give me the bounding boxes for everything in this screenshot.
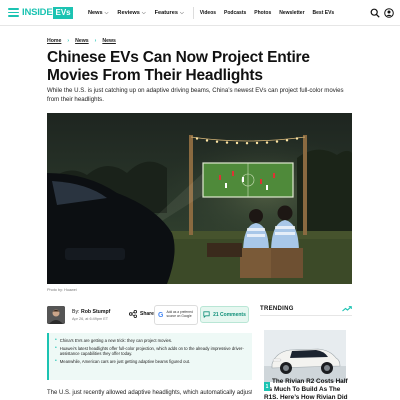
google-icon: G [158, 311, 164, 319]
comments-label: 21 Comments [213, 311, 246, 318]
nav-features[interactable]: Features ⌵ [155, 10, 184, 16]
author-info: By: Rob Stumpf Apr 26, at 6:49pm ET [72, 309, 110, 321]
image-caption: Photo by: Huawei [47, 288, 77, 292]
nav-best-evs[interactable]: Best EVs [313, 10, 335, 16]
breadcrumb-news-sub[interactable]: News [102, 38, 116, 44]
logo-word: INSIDE [22, 7, 53, 18]
nav-features-label: Features [154, 10, 178, 16]
user-icon[interactable] [384, 8, 394, 18]
key-point: • Meanwhile, American cars are just getti… [55, 357, 246, 364]
key-points: • China’s EVs are getting a new trick: th… [47, 333, 252, 380]
nav-divider [192, 7, 194, 19]
avatar[interactable] [47, 306, 65, 324]
chevron-right-icon: › [94, 38, 97, 44]
author-name[interactable]: Rob Stumpf [81, 309, 110, 315]
key-point-text: Huawei’s latest headlights offer full-co… [59, 345, 244, 356]
search-icon[interactable] [370, 8, 380, 18]
nav-reviews-label: Reviews [117, 10, 140, 16]
breadcrumb-news[interactable]: News [75, 38, 89, 44]
trending-up-icon [342, 306, 352, 312]
nav-videos[interactable]: Videos [200, 10, 216, 16]
key-point-text: China’s EVs are getting a new trick: the… [59, 338, 173, 343]
share-icon [129, 310, 137, 318]
menu-icon[interactable] [8, 8, 19, 17]
bullet-icon: • [55, 344, 57, 351]
bullet-icon: • [55, 357, 57, 364]
publish-date: Apr 26, at 6:49pm ET [72, 317, 109, 321]
main-nav: News ⌵ Reviews ⌵ Features ⌵ Videos Podcasts… [88, 0, 342, 26]
nav-photos[interactable]: Photos [254, 10, 271, 16]
author-row: By: Rob Stumpf Apr 26, at 6:49pm ET Shar… [47, 304, 252, 326]
article-subtitle: While the U.S. is just catching up on ad… [47, 87, 344, 103]
logo-badge: EVs [53, 7, 73, 19]
nav-newsletter[interactable]: Newsletter [279, 10, 304, 16]
site-logo[interactable]: INSIDE EVs [22, 7, 73, 19]
author-prefix: By: [72, 309, 80, 315]
share-button[interactable]: Share [129, 310, 154, 318]
bullet-icon: • [55, 337, 57, 343]
google-preferred-text: Add as a preferred source on Google [166, 310, 193, 318]
article-body: The U.S. just recently allowed adaptive … [47, 390, 252, 396]
chevron-down-icon: ⌵ [179, 10, 184, 16]
author-byline: By: Rob Stumpf [72, 309, 110, 315]
comments-button[interactable]: 21 Comments [200, 306, 249, 323]
nav-news-label: News [88, 10, 103, 16]
nav-reviews[interactable]: Reviews ⌵ [117, 10, 145, 16]
comment-icon [203, 311, 210, 318]
chevron-right-icon: › [67, 38, 70, 44]
article-title: Chinese EVs Can Now Project Entire Movie… [47, 49, 310, 84]
breadcrumb: Home › News › News [47, 38, 116, 44]
key-point: • China’s EVs are getting a new trick: th… [55, 337, 246, 343]
trending-item-title[interactable]: The Rivian R2 Costs Half As Much To Buil… [264, 378, 348, 400]
trending-label: TRENDING [260, 306, 294, 312]
chevron-down-icon: ⌵ [141, 10, 146, 16]
hero-image [47, 113, 352, 284]
trending-header: TRENDING [260, 306, 352, 316]
share-label: Share [140, 311, 154, 317]
site-header: INSIDE EVs News ⌵ Reviews ⌵ Features ⌵ Vide… [0, 0, 400, 26]
key-point: • Huawei’s latest headlights offer full-c… [55, 344, 246, 357]
chevron-down-icon: ⌵ [104, 10, 109, 16]
key-point-text: Meanwhile, American cars are just gettin… [59, 358, 191, 364]
trending-image[interactable] [264, 330, 346, 382]
google-preferred-source-button[interactable]: G Add as a preferred source on Google [154, 305, 198, 325]
trending-rank: 1 [264, 382, 270, 391]
nav-news[interactable]: News ⌵ [88, 10, 108, 16]
trending-widget: TRENDING The Rivian R2 Costs Half As Muc… [260, 306, 352, 400]
nav-podcasts[interactable]: Podcasts [224, 10, 246, 16]
breadcrumb-home[interactable]: Home [47, 38, 61, 44]
